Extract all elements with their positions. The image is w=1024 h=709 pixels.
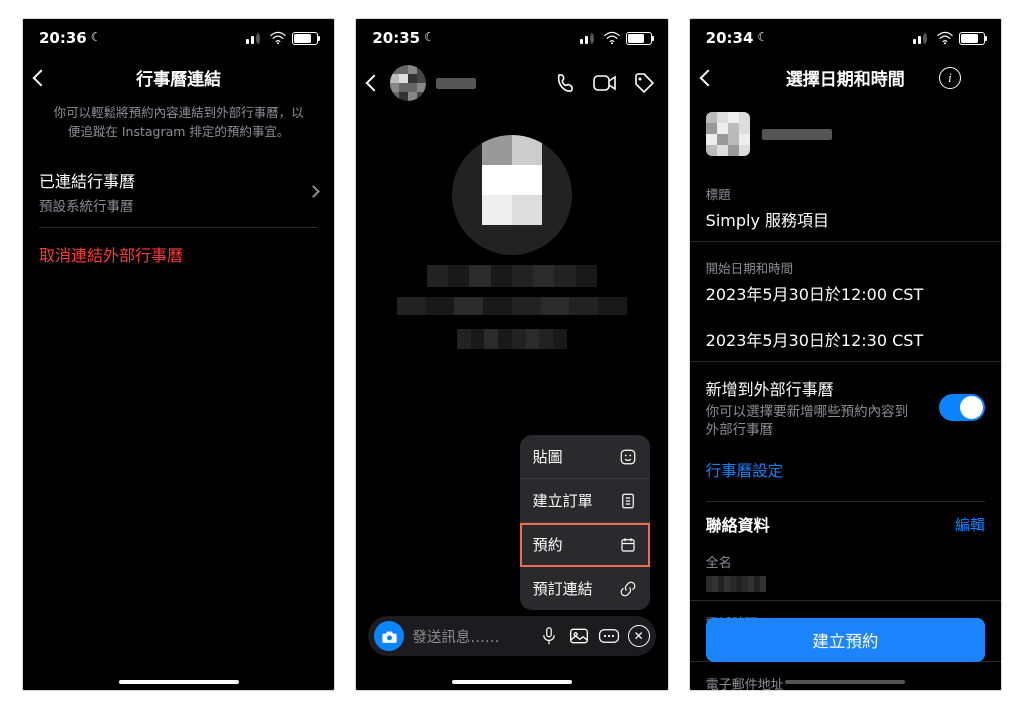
add-to-calendar-row: 新增到外部行事曆 你可以選擇要新增哪些預約內容到外部行事曆: [706, 362, 985, 445]
contact-name-redacted: [436, 78, 476, 89]
sticker-icon: [619, 448, 637, 466]
page-title: 選擇日期和時間: [786, 65, 905, 90]
cellular-signal-icon: [913, 32, 931, 44]
contact-section-header: 聯絡資料 編輯: [706, 501, 985, 540]
addcal-sub: 你可以選擇要新增哪些預約內容到外部行事曆: [706, 403, 916, 439]
start-value[interactable]: 2023年5月30日於12:00 CST: [706, 281, 985, 305]
nav-header: 選擇日期和時間 i: [690, 57, 1001, 100]
cellular-signal-icon: [580, 32, 598, 44]
start-label: 開始日期和時間: [706, 258, 985, 277]
page-title: 行事曆連結: [136, 65, 221, 90]
linked-calendar-sub: 預設系統行事曆: [39, 195, 135, 215]
menu-label: 建立訂單: [533, 490, 593, 511]
battery-icon: [292, 32, 318, 45]
profile-avatar-large: [452, 135, 572, 255]
fullname-label: 全名: [706, 552, 985, 571]
mic-icon[interactable]: [538, 625, 560, 647]
order-icon: [619, 492, 637, 510]
status-bar: 20:35 ☾: [356, 19, 667, 57]
wifi-icon: [603, 31, 621, 45]
call-icon[interactable]: [554, 71, 578, 95]
home-indicator[interactable]: [785, 680, 905, 684]
linked-calendar-row[interactable]: 已連結行事曆 預設系統行事曆: [39, 156, 318, 228]
end-value[interactable]: 2023年5月30日於12:30 CST: [706, 327, 985, 351]
menu-item-sticker[interactable]: 貼圖: [520, 435, 650, 479]
profile-sub-redacted: [397, 297, 627, 315]
addcal-toggle[interactable]: [939, 394, 985, 421]
info-icon[interactable]: i: [939, 67, 961, 89]
status-time: 20:34: [706, 29, 754, 47]
create-booking-button[interactable]: 建立預約: [706, 618, 985, 662]
avatar[interactable]: [390, 65, 426, 101]
user-name-redacted: [762, 129, 832, 140]
attachment-menu: 貼圖 建立訂單 預約 預訂連結: [520, 435, 650, 610]
cellular-signal-icon: [246, 32, 264, 44]
addcal-label: 新增到外部行事曆: [706, 376, 916, 400]
chat-header: [356, 57, 667, 109]
gallery-icon[interactable]: [568, 625, 590, 647]
user-row: [706, 100, 985, 168]
calendar-settings-link[interactable]: 行事曆設定: [706, 445, 985, 495]
profile-meta-redacted: [457, 329, 567, 349]
unlink-calendar-button[interactable]: 取消連結外部行事曆: [39, 228, 318, 280]
wifi-icon: [936, 31, 954, 45]
back-chevron-icon[interactable]: [366, 75, 383, 92]
dnd-moon-icon: ☾: [424, 30, 435, 44]
camera-button[interactable]: [374, 621, 404, 651]
home-indicator[interactable]: [119, 680, 239, 684]
status-bar: 20:36 ☾: [23, 19, 334, 57]
title-label: 標題: [706, 184, 985, 203]
profile-name-redacted: [427, 265, 597, 287]
close-icon[interactable]: ✕: [628, 625, 650, 647]
status-time: 20:36: [39, 29, 87, 47]
screen-chat: 20:35 ☾: [355, 18, 668, 691]
battery-icon: [626, 32, 652, 45]
menu-label: 貼圖: [533, 446, 563, 467]
link-icon: [619, 580, 637, 598]
chat-profile-preview: [356, 109, 667, 349]
wifi-icon: [269, 31, 287, 45]
nav-header: 行事曆連結: [23, 57, 334, 100]
page-caption: 你可以輕鬆將預約內容連結到外部行事曆，以便追蹤在 Instagram 排定的預約…: [39, 100, 318, 156]
status-bar: 20:34 ☾: [690, 19, 1001, 57]
tag-icon[interactable]: [632, 71, 656, 95]
menu-item-create-order[interactable]: 建立訂單: [520, 479, 650, 523]
linked-calendar-label: 已連結行事曆: [39, 168, 135, 192]
battery-icon: [959, 32, 985, 45]
screen-booking-form: 20:34 ☾ 選擇日期和時間 i 標題 Simply 服務項目 開始日期和時間: [689, 18, 1002, 691]
menu-item-booking-link[interactable]: 預訂連結: [520, 567, 650, 610]
menu-label: 預訂連結: [533, 578, 593, 599]
contact-title: 聯絡資料: [706, 512, 770, 536]
status-time: 20:35: [372, 29, 420, 47]
avatar: [706, 112, 750, 156]
composer-placeholder: 發送訊息……: [412, 626, 529, 647]
home-indicator[interactable]: [452, 680, 572, 684]
more-icon[interactable]: [598, 625, 620, 647]
fullname-value-redacted: [706, 576, 766, 592]
message-composer[interactable]: 發送訊息…… ✕: [368, 616, 655, 656]
calendar-icon: [619, 536, 637, 554]
cta-label: 建立預約: [812, 628, 878, 652]
edit-button[interactable]: 編輯: [955, 514, 985, 535]
dnd-moon-icon: ☾: [757, 30, 768, 44]
camera-icon: [381, 629, 398, 644]
screen-calendar-link: 20:36 ☾ 行事曆連結 你可以輕鬆將預約內容連結到外部行事曆，以便追蹤在 I…: [22, 18, 335, 691]
title-value: Simply 服務項目: [706, 207, 985, 231]
menu-item-booking[interactable]: 預約: [520, 523, 650, 567]
back-chevron-icon[interactable]: [699, 69, 716, 86]
video-call-icon[interactable]: [592, 72, 618, 94]
back-chevron-icon[interactable]: [33, 69, 50, 86]
menu-label: 預約: [533, 534, 563, 555]
dnd-moon-icon: ☾: [91, 30, 102, 44]
chevron-right-icon: [307, 185, 320, 198]
